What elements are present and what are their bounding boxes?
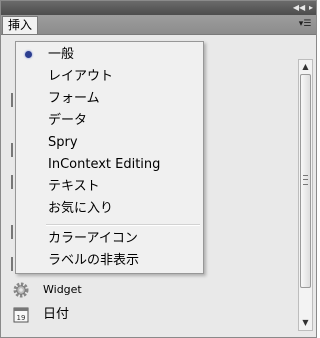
- insert-item-date[interactable]: 19 日付: [7, 304, 287, 326]
- insert-item-label: 日付: [43, 307, 70, 322]
- gear-icon: [13, 282, 29, 298]
- menu-item-spry[interactable]: Spry: [17, 132, 202, 154]
- menu-separator: [46, 224, 200, 226]
- grip-icon: [303, 175, 308, 185]
- menu-item-hide-labels[interactable]: ラベルの非表示: [17, 250, 202, 272]
- panel-menu-icon[interactable]: ▾☰: [298, 18, 312, 30]
- menu-item-data[interactable]: データ: [17, 110, 202, 132]
- menu-item-label: カラーアイコン: [48, 231, 138, 246]
- menu-item-label: テキスト: [48, 179, 100, 194]
- tab-insert[interactable]: 挿入: [2, 16, 38, 34]
- panel-titlebar: ◀◀ ▸: [1, 1, 316, 15]
- calendar-icon: 19: [13, 307, 29, 323]
- menu-item-color-icons[interactable]: カラーアイコン: [17, 228, 202, 250]
- svg-text:19: 19: [17, 314, 26, 322]
- vertical-scrollbar[interactable]: ▲ ▼: [298, 59, 313, 331]
- menu-item-label: 一般: [48, 47, 75, 62]
- menu-item-general[interactable]: 一般: [17, 44, 202, 66]
- menu-item-form[interactable]: フォーム: [17, 88, 202, 110]
- menu-item-incontext-editing[interactable]: InContext Editing: [17, 154, 202, 176]
- menu-item-favorites[interactable]: お気に入り: [17, 198, 202, 220]
- menu-item-text[interactable]: テキスト: [17, 176, 202, 198]
- menu-item-label: お気に入り: [48, 201, 114, 216]
- panel-tabstrip: 挿入 ▾☰: [1, 15, 316, 35]
- double-right-arrow-icon[interactable]: ▸: [306, 1, 316, 15]
- insert-item-widget[interactable]: Widget: [7, 279, 287, 301]
- menu-item-label: レイアウト: [48, 69, 114, 84]
- menu-item-label: ラベルの非表示: [48, 253, 140, 268]
- insert-item-label: Widget: [43, 283, 82, 296]
- radio-selected-icon: [25, 51, 32, 58]
- menu-item-label: Spry: [48, 135, 78, 150]
- scroll-down-arrow-icon[interactable]: ▼: [299, 316, 312, 330]
- double-left-arrow-icon[interactable]: ◀◀: [292, 1, 306, 15]
- menu-item-label: フォーム: [48, 91, 100, 106]
- menu-item-layout[interactable]: レイアウト: [17, 66, 202, 88]
- category-dropdown-menu: 一般 レイアウト フォーム データ Spry InContext Editing…: [15, 41, 204, 274]
- insert-panel: ◀◀ ▸ 挿入 ▾☰ Widget 19 日付 ▲ ▼ 一般 レイアウト フォー…: [0, 0, 317, 338]
- scroll-up-arrow-icon[interactable]: ▲: [299, 60, 312, 74]
- menu-item-label: データ: [48, 113, 88, 128]
- menu-item-label: InContext Editing: [48, 157, 161, 172]
- scroll-thumb[interactable]: [300, 74, 311, 288]
